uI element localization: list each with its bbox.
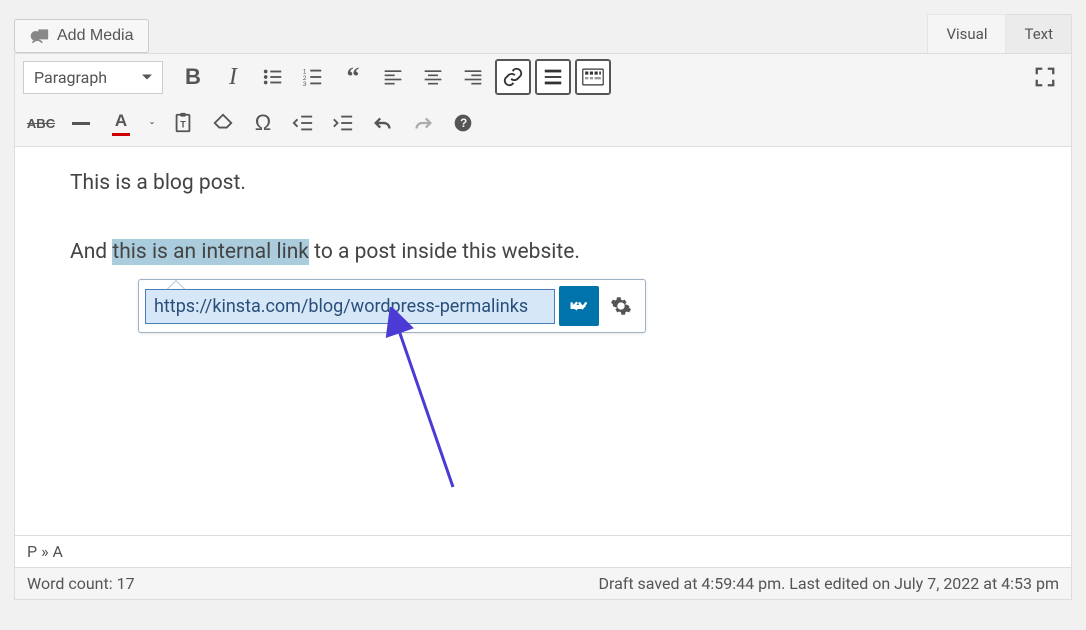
format-select[interactable]: Paragraph [23,61,163,94]
text-before-link: And [70,240,112,264]
svg-text:3: 3 [303,81,307,88]
svg-text:T: T [180,120,186,130]
text-color-dropdown[interactable] [143,105,161,141]
tab-visual[interactable]: Visual [927,14,1006,53]
align-center-icon [423,67,443,87]
indent-icon [332,112,354,134]
read-more-icon [542,66,564,88]
redo-icon [412,112,434,134]
special-character-button[interactable]: Ω [245,105,281,141]
undo-button[interactable] [365,105,401,141]
kitchen-sink-icon [582,66,604,88]
add-media-label: Add Media [57,27,134,45]
bulleted-list-button[interactable] [255,59,291,95]
media-icon [29,26,49,46]
undo-icon [372,112,394,134]
indent-button[interactable] [325,105,361,141]
top-bar: Add Media Visual Text [14,14,1072,53]
paste-text-button[interactable]: T [165,105,201,141]
chevron-down-icon [150,118,154,128]
fullscreen-button[interactable] [1027,59,1063,95]
editor-content[interactable]: This is a blog post. And this is an inte… [14,146,1072,536]
annotation-arrow [383,307,473,497]
text-color-button[interactable]: A [103,105,139,141]
list-ol-icon: 123 [302,66,324,88]
element-path: P » A [14,536,1072,568]
toolbar-row-2: ABC A T Ω ? [14,100,1072,146]
toolbar-row-1: Paragraph B I 123 “ [14,53,1072,100]
eraser-icon [212,112,234,134]
add-media-button[interactable]: Add Media [14,19,149,53]
list-ul-icon [262,66,284,88]
insert-more-button[interactable] [535,59,571,95]
apply-icon [568,295,590,317]
paragraph-2: And this is an internal link to a post i… [70,238,1016,267]
path-a[interactable]: A [53,542,63,561]
align-left-button[interactable] [375,59,411,95]
editor-tabs: Visual Text [928,14,1072,53]
path-sep: » [37,542,52,561]
align-left-icon [383,67,403,87]
link-options-button[interactable] [603,288,639,324]
help-button[interactable]: ? [445,105,481,141]
selected-link-text[interactable]: this is an internal link [112,239,309,265]
expand-icon [1034,66,1056,88]
paragraph-1: This is a blog post. [70,169,1016,198]
align-center-button[interactable] [415,59,451,95]
align-right-icon [463,67,483,87]
blockquote-button[interactable]: “ [335,59,371,95]
text-after-link: to a post inside this website. [309,240,580,264]
help-icon: ? [453,113,473,133]
insert-link-button[interactable] [495,59,531,95]
link-icon [502,66,524,88]
redo-button[interactable] [405,105,441,141]
horizontal-rule-button[interactable] [63,105,99,141]
bold-button[interactable]: B [175,59,211,95]
gear-icon [610,295,632,317]
italic-button[interactable]: I [215,59,251,95]
tab-text[interactable]: Text [1005,14,1072,53]
clear-formatting-button[interactable] [205,105,241,141]
classic-editor: Add Media Visual Text Paragraph B I 123 … [14,14,1072,600]
paste-icon: T [172,112,194,134]
strikethrough-button[interactable]: ABC [23,105,59,141]
word-count: Word count: 17 [27,574,135,593]
save-status: Draft saved at 4:59:44 pm. Last edited o… [598,574,1059,593]
outdent-button[interactable] [285,105,321,141]
link-url-input[interactable] [145,289,555,324]
toolbar-toggle-button[interactable] [575,59,611,95]
format-select-label: Paragraph [34,68,107,87]
svg-text:?: ? [460,117,467,130]
editor-footer: Word count: 17 Draft saved at 4:59:44 pm… [14,568,1072,600]
apply-link-button[interactable] [559,286,599,326]
outdent-icon [292,112,314,134]
path-p[interactable]: P [27,542,37,561]
numbered-list-button[interactable]: 123 [295,59,331,95]
align-right-button[interactable] [455,59,491,95]
